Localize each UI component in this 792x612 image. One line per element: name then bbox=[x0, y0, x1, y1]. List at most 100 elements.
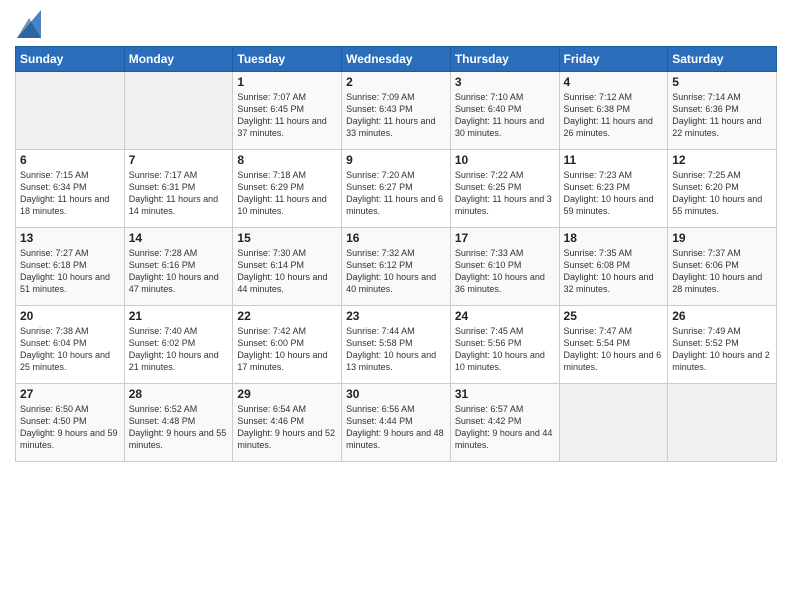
day-number: 10 bbox=[455, 153, 555, 167]
day-number: 5 bbox=[672, 75, 772, 89]
calendar-cell bbox=[668, 384, 777, 462]
calendar-cell: 27Sunrise: 6:50 AMSunset: 4:50 PMDayligh… bbox=[16, 384, 125, 462]
day-info: Sunrise: 7:15 AMSunset: 6:34 PMDaylight:… bbox=[20, 169, 120, 218]
day-number: 16 bbox=[346, 231, 446, 245]
calendar-cell: 16Sunrise: 7:32 AMSunset: 6:12 PMDayligh… bbox=[342, 228, 451, 306]
calendar-cell: 31 Sunrise: 6:57 AMSunset: 4:42 PMDayligh… bbox=[450, 384, 559, 462]
calendar-cell: 9 Sunrise: 7:20 AMSunset: 6:27 PMDaylight… bbox=[342, 150, 451, 228]
day-number: 25 bbox=[564, 309, 664, 323]
day-info: Sunrise: 7:09 AMSunset: 6:43 PMDaylight:… bbox=[346, 91, 446, 140]
week-row-5: 27Sunrise: 6:50 AMSunset: 4:50 PMDayligh… bbox=[16, 384, 777, 462]
calendar-cell: 17 Sunrise: 7:33 AMSunset: 6:10 PMDayligh… bbox=[450, 228, 559, 306]
day-info: Sunrise: 7:33 AMSunset: 6:10 PMDaylight:… bbox=[455, 247, 555, 296]
day-info: Sunrise: 7:49 AMSunset: 5:52 PMDaylight:… bbox=[672, 325, 772, 374]
day-number: 21 bbox=[129, 309, 229, 323]
calendar-cell: 24 Sunrise: 7:45 AMSunset: 5:56 PMDayligh… bbox=[450, 306, 559, 384]
day-info: Sunrise: 7:10 AMSunset: 6:40 PMDaylight:… bbox=[455, 91, 555, 140]
day-info: Sunrise: 7:45 AMSunset: 5:56 PMDaylight:… bbox=[455, 325, 555, 374]
calendar-cell: 21Sunrise: 7:40 AMSunset: 6:02 PMDayligh… bbox=[124, 306, 233, 384]
calendar-cell: 20Sunrise: 7:38 AMSunset: 6:04 PMDayligh… bbox=[16, 306, 125, 384]
page: SundayMondayTuesdayWednesdayThursdayFrid… bbox=[0, 0, 792, 612]
header bbox=[15, 10, 777, 38]
day-number: 15 bbox=[237, 231, 337, 245]
calendar-cell: 13 Sunrise: 7:27 AMSunset: 6:18 PMDayligh… bbox=[16, 228, 125, 306]
calendar-cell: 19 Sunrise: 7:37 AMSunset: 6:06 PMDayligh… bbox=[668, 228, 777, 306]
calendar-cell: 2 Sunrise: 7:09 AMSunset: 6:43 PMDaylight… bbox=[342, 72, 451, 150]
day-number: 20 bbox=[20, 309, 120, 323]
day-info: Sunrise: 7:18 AMSunset: 6:29 PMDaylight:… bbox=[237, 169, 337, 218]
day-number: 28 bbox=[129, 387, 229, 401]
day-info: Sunrise: 7:20 AMSunset: 6:27 PMDaylight:… bbox=[346, 169, 446, 218]
day-number: 17 bbox=[455, 231, 555, 245]
calendar-cell: 30 Sunrise: 6:56 AMSunset: 4:44 PMDayligh… bbox=[342, 384, 451, 462]
calendar-cell: 11Sunrise: 7:23 AMSunset: 6:23 PMDayligh… bbox=[559, 150, 668, 228]
day-info: Sunrise: 7:35 AMSunset: 6:08 PMDaylight:… bbox=[564, 247, 664, 296]
weekday-header-sunday: Sunday bbox=[16, 47, 125, 72]
day-number: 14 bbox=[129, 231, 229, 245]
day-info: Sunrise: 7:17 AMSunset: 6:31 PMDaylight:… bbox=[129, 169, 229, 218]
calendar-cell bbox=[16, 72, 125, 150]
calendar-cell: 29 Sunrise: 6:54 AMSunset: 4:46 PMDayligh… bbox=[233, 384, 342, 462]
day-number: 29 bbox=[237, 387, 337, 401]
day-number: 6 bbox=[20, 153, 120, 167]
week-row-3: 13 Sunrise: 7:27 AMSunset: 6:18 PMDayligh… bbox=[16, 228, 777, 306]
day-number: 31 bbox=[455, 387, 555, 401]
day-number: 8 bbox=[237, 153, 337, 167]
weekday-header-monday: Monday bbox=[124, 47, 233, 72]
day-info: Sunrise: 7:47 AMSunset: 5:54 PMDaylight:… bbox=[564, 325, 664, 374]
calendar-cell: 25 Sunrise: 7:47 AMSunset: 5:54 PMDayligh… bbox=[559, 306, 668, 384]
calendar: SundayMondayTuesdayWednesdayThursdayFrid… bbox=[15, 46, 777, 462]
calendar-cell: 6 Sunrise: 7:15 AMSunset: 6:34 PMDaylight… bbox=[16, 150, 125, 228]
day-number: 18 bbox=[564, 231, 664, 245]
logo bbox=[15, 10, 41, 38]
calendar-cell: 1 Sunrise: 7:07 AMSunset: 6:45 PMDaylight… bbox=[233, 72, 342, 150]
day-info: Sunrise: 7:27 AMSunset: 6:18 PMDaylight:… bbox=[20, 247, 120, 296]
day-info: Sunrise: 7:07 AMSunset: 6:45 PMDaylight:… bbox=[237, 91, 337, 140]
day-info: Sunrise: 6:57 AMSunset: 4:42 PMDaylight:… bbox=[455, 403, 555, 452]
weekday-header-saturday: Saturday bbox=[668, 47, 777, 72]
day-number: 2 bbox=[346, 75, 446, 89]
day-info: Sunrise: 6:52 AMSunset: 4:48 PMDaylight:… bbox=[129, 403, 229, 452]
week-row-4: 20Sunrise: 7:38 AMSunset: 6:04 PMDayligh… bbox=[16, 306, 777, 384]
day-info: Sunrise: 7:14 AMSunset: 6:36 PMDaylight:… bbox=[672, 91, 772, 140]
calendar-cell: 5 Sunrise: 7:14 AMSunset: 6:36 PMDaylight… bbox=[668, 72, 777, 150]
week-row-1: 1 Sunrise: 7:07 AMSunset: 6:45 PMDaylight… bbox=[16, 72, 777, 150]
weekday-header-tuesday: Tuesday bbox=[233, 47, 342, 72]
weekday-header-thursday: Thursday bbox=[450, 47, 559, 72]
day-number: 7 bbox=[129, 153, 229, 167]
calendar-cell: 3 Sunrise: 7:10 AMSunset: 6:40 PMDaylight… bbox=[450, 72, 559, 150]
logo-icon bbox=[17, 10, 41, 38]
calendar-cell: 7 Sunrise: 7:17 AMSunset: 6:31 PMDaylight… bbox=[124, 150, 233, 228]
calendar-cell bbox=[559, 384, 668, 462]
weekday-header-friday: Friday bbox=[559, 47, 668, 72]
weekday-header-wednesday: Wednesday bbox=[342, 47, 451, 72]
day-number: 24 bbox=[455, 309, 555, 323]
day-number: 13 bbox=[20, 231, 120, 245]
calendar-cell: 14 Sunrise: 7:28 AMSunset: 6:16 PMDayligh… bbox=[124, 228, 233, 306]
calendar-cell: 15Sunrise: 7:30 AMSunset: 6:14 PMDayligh… bbox=[233, 228, 342, 306]
day-number: 9 bbox=[346, 153, 446, 167]
day-info: Sunrise: 6:50 AMSunset: 4:50 PMDaylight:… bbox=[20, 403, 120, 452]
day-info: Sunrise: 7:12 AMSunset: 6:38 PMDaylight:… bbox=[564, 91, 664, 140]
calendar-cell: 8 Sunrise: 7:18 AMSunset: 6:29 PMDaylight… bbox=[233, 150, 342, 228]
calendar-cell: 22 Sunrise: 7:42 AMSunset: 6:00 PMDayligh… bbox=[233, 306, 342, 384]
calendar-cell bbox=[124, 72, 233, 150]
day-info: Sunrise: 7:44 AMSunset: 5:58 PMDaylight:… bbox=[346, 325, 446, 374]
day-number: 3 bbox=[455, 75, 555, 89]
day-number: 22 bbox=[237, 309, 337, 323]
day-number: 11 bbox=[564, 153, 664, 167]
calendar-cell: 23 Sunrise: 7:44 AMSunset: 5:58 PMDayligh… bbox=[342, 306, 451, 384]
day-info: Sunrise: 6:54 AMSunset: 4:46 PMDaylight:… bbox=[237, 403, 337, 452]
week-row-2: 6 Sunrise: 7:15 AMSunset: 6:34 PMDaylight… bbox=[16, 150, 777, 228]
day-info: Sunrise: 7:25 AMSunset: 6:20 PMDaylight:… bbox=[672, 169, 772, 218]
day-number: 23 bbox=[346, 309, 446, 323]
day-number: 19 bbox=[672, 231, 772, 245]
day-number: 30 bbox=[346, 387, 446, 401]
calendar-cell: 4Sunrise: 7:12 AMSunset: 6:38 PMDaylight… bbox=[559, 72, 668, 150]
day-number: 1 bbox=[237, 75, 337, 89]
day-info: Sunrise: 7:42 AMSunset: 6:00 PMDaylight:… bbox=[237, 325, 337, 374]
day-info: Sunrise: 6:56 AMSunset: 4:44 PMDaylight:… bbox=[346, 403, 446, 452]
weekday-header-row: SundayMondayTuesdayWednesdayThursdayFrid… bbox=[16, 47, 777, 72]
day-info: Sunrise: 7:37 AMSunset: 6:06 PMDaylight:… bbox=[672, 247, 772, 296]
day-info: Sunrise: 7:28 AMSunset: 6:16 PMDaylight:… bbox=[129, 247, 229, 296]
